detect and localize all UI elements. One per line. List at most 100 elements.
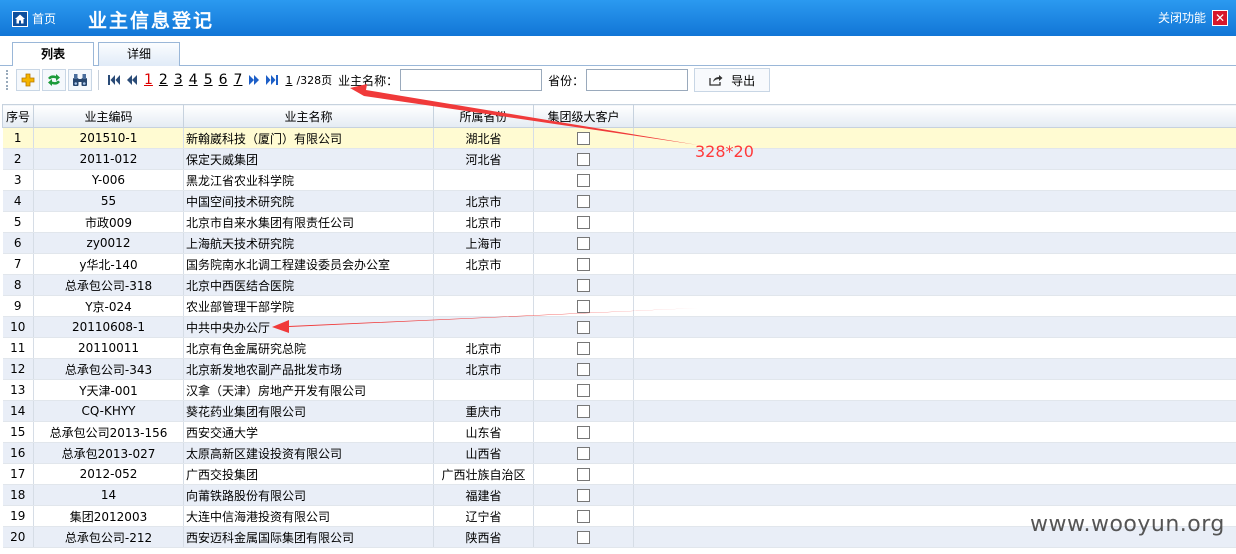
province-cell: 上海市 bbox=[433, 232, 534, 254]
export-button[interactable]: 导出 bbox=[694, 68, 771, 92]
column-header-owner-name[interactable]: 业主名称 bbox=[183, 104, 434, 128]
table-row[interactable]: 2 2011-012 保定天威集团 河北省 bbox=[2, 148, 1236, 170]
owner-code-cell: 20110011 bbox=[33, 337, 184, 359]
group-key-client-checkbox[interactable] bbox=[577, 216, 590, 229]
table-row[interactable]: 14 CQ-KHYY 葵花药业集团有限公司 重庆市 bbox=[2, 400, 1236, 422]
group-key-client-checkbox[interactable] bbox=[577, 489, 590, 502]
owner-code-cell: 55 bbox=[33, 190, 184, 212]
filler-cell bbox=[633, 190, 1236, 212]
group-key-client-checkbox[interactable] bbox=[577, 195, 590, 208]
owner-code-cell: 2011-012 bbox=[33, 148, 184, 170]
table-row[interactable]: 9 Y京-024 农业部管理干部学院 bbox=[2, 295, 1236, 317]
table-row[interactable]: 4 55 中国空间技术研究院 北京市 bbox=[2, 190, 1236, 212]
group-key-client-checkbox[interactable] bbox=[577, 279, 590, 292]
group-key-client-checkbox[interactable] bbox=[577, 510, 590, 523]
page-link-6[interactable]: 6 bbox=[219, 72, 228, 88]
page-link-5[interactable]: 5 bbox=[204, 72, 213, 88]
group-key-client-cell bbox=[533, 253, 634, 275]
group-key-client-checkbox[interactable] bbox=[577, 132, 590, 145]
owner-name-cell: 汉拿（天津）房地产开发有限公司 bbox=[183, 379, 434, 401]
table-row[interactable]: 16 总承包2013-027 太原高新区建设投资有限公司 山西省 bbox=[2, 442, 1236, 464]
owner-code-cell: 14 bbox=[33, 484, 184, 506]
group-key-client-checkbox[interactable] bbox=[577, 468, 590, 481]
table-row[interactable]: 17 2012-052 广西交投集团 广西壮族自治区 bbox=[2, 463, 1236, 485]
group-key-client-checkbox[interactable] bbox=[577, 363, 590, 376]
row-index-cell: 8 bbox=[2, 274, 34, 296]
first-page-icon bbox=[108, 75, 120, 85]
table-row[interactable]: 10 20110608-1 中共中央办公厅 bbox=[2, 316, 1236, 338]
table-row[interactable]: 7 y华北-140 国务院南水北调工程建设委员会办公室 北京市 bbox=[2, 253, 1236, 275]
table-row[interactable]: 13 Y天津-001 汉拿（天津）房地产开发有限公司 bbox=[2, 379, 1236, 401]
province-cell: 北京市 bbox=[433, 190, 534, 212]
province-cell: 重庆市 bbox=[433, 400, 534, 422]
table-body: 1 201510-1 新翰崴科技（厦门）有限公司 湖北省 2 2011-012 保定天威集团… bbox=[2, 127, 1236, 548]
group-key-client-cell bbox=[533, 211, 634, 233]
group-key-client-checkbox[interactable] bbox=[577, 300, 590, 313]
next-page-button[interactable] bbox=[247, 73, 261, 87]
refresh-button[interactable] bbox=[42, 69, 66, 91]
table-row[interactable]: 12 总承包公司-343 北京新发地农副产品批发市场 北京市 bbox=[2, 358, 1236, 380]
table-row[interactable]: 11 20110011 北京有色金属研究总院 北京市 bbox=[2, 337, 1236, 359]
group-key-client-checkbox[interactable] bbox=[577, 342, 590, 355]
group-key-client-cell bbox=[533, 316, 634, 338]
owner-name-cell: 太原高新区建设投资有限公司 bbox=[183, 442, 434, 464]
group-key-client-checkbox[interactable] bbox=[577, 174, 590, 187]
group-key-client-checkbox[interactable] bbox=[577, 237, 590, 250]
group-key-client-checkbox[interactable] bbox=[577, 384, 590, 397]
table-row[interactable]: 15 总承包公司2013-156 西安交通大学 山东省 bbox=[2, 421, 1236, 443]
table-row[interactable]: 1 201510-1 新翰崴科技（厦门）有限公司 湖北省 bbox=[2, 127, 1236, 149]
table-row[interactable]: 5 市政009 北京市自来水集团有限责任公司 北京市 bbox=[2, 211, 1236, 233]
column-header-group-key-client[interactable]: 集团级大客户 bbox=[533, 104, 634, 128]
row-index-cell: 2 bbox=[2, 148, 34, 170]
filler-cell bbox=[633, 169, 1236, 191]
first-page-button[interactable] bbox=[107, 73, 121, 87]
table-row[interactable]: 8 总承包公司-318 北京中西医结合医院 bbox=[2, 274, 1236, 296]
page-link-3[interactable]: 3 bbox=[174, 72, 183, 88]
group-key-client-checkbox[interactable] bbox=[577, 405, 590, 418]
filler-cell bbox=[633, 274, 1236, 296]
search-button[interactable] bbox=[68, 69, 92, 91]
column-header-province[interactable]: 所属省份 bbox=[433, 104, 534, 128]
province-cell: 山西省 bbox=[433, 442, 534, 464]
owner-code-cell: 总承包2013-027 bbox=[33, 442, 184, 464]
table-row[interactable]: 6 zy0012 上海航天技术研究院 上海市 bbox=[2, 232, 1236, 254]
page-link-7[interactable]: 7 bbox=[234, 72, 243, 88]
column-header-index[interactable]: 序号 bbox=[2, 104, 34, 128]
close-icon[interactable]: ✕ bbox=[1212, 9, 1228, 26]
province-input[interactable] bbox=[586, 69, 689, 91]
owner-code-cell: 总承包公司2013-156 bbox=[33, 421, 184, 443]
group-key-client-checkbox[interactable] bbox=[577, 258, 590, 271]
group-key-client-checkbox[interactable] bbox=[577, 447, 590, 460]
page-link-2[interactable]: 2 bbox=[159, 72, 168, 88]
page-link-4[interactable]: 4 bbox=[189, 72, 198, 88]
group-key-client-cell bbox=[533, 169, 634, 191]
owner-code-cell: zy0012 bbox=[33, 232, 184, 254]
group-key-client-checkbox[interactable] bbox=[577, 531, 590, 544]
home-link[interactable]: 首页 bbox=[12, 10, 56, 27]
current-page-link[interactable]: 1 bbox=[285, 74, 292, 87]
owner-name-cell: 北京中西医结合医院 bbox=[183, 274, 434, 296]
filler-cell bbox=[633, 316, 1236, 338]
table-row[interactable]: 18 14 向莆铁路股份有限公司 福建省 bbox=[2, 484, 1236, 506]
owner-name-input[interactable] bbox=[400, 69, 543, 91]
tab-list[interactable]: 列表 bbox=[12, 42, 94, 68]
export-icon bbox=[709, 75, 723, 86]
add-button[interactable] bbox=[16, 69, 40, 91]
row-index-cell: 20 bbox=[2, 526, 34, 548]
page-link-1[interactable]: 1 bbox=[144, 72, 153, 88]
add-icon bbox=[21, 73, 35, 87]
row-index-cell: 1 bbox=[2, 127, 34, 149]
group-key-client-checkbox[interactable] bbox=[577, 153, 590, 166]
table-row[interactable]: 3 Y-006 黑龙江省农业科学院 bbox=[2, 169, 1236, 191]
owner-name-cell: 上海航天技术研究院 bbox=[183, 232, 434, 254]
group-key-client-checkbox[interactable] bbox=[577, 321, 590, 334]
group-key-client-cell bbox=[533, 463, 634, 485]
column-header-owner-code[interactable]: 业主编码 bbox=[33, 104, 184, 128]
last-page-button[interactable] bbox=[265, 73, 279, 87]
group-key-client-checkbox[interactable] bbox=[577, 426, 590, 439]
owner-name-cell: 农业部管理干部学院 bbox=[183, 295, 434, 317]
prev-page-button[interactable] bbox=[125, 73, 139, 87]
owner-name-cell: 北京市自来水集团有限责任公司 bbox=[183, 211, 434, 233]
close-function-button[interactable]: 关闭功能 ✕ bbox=[1158, 9, 1228, 26]
tab-detail[interactable]: 详细 bbox=[98, 42, 180, 67]
